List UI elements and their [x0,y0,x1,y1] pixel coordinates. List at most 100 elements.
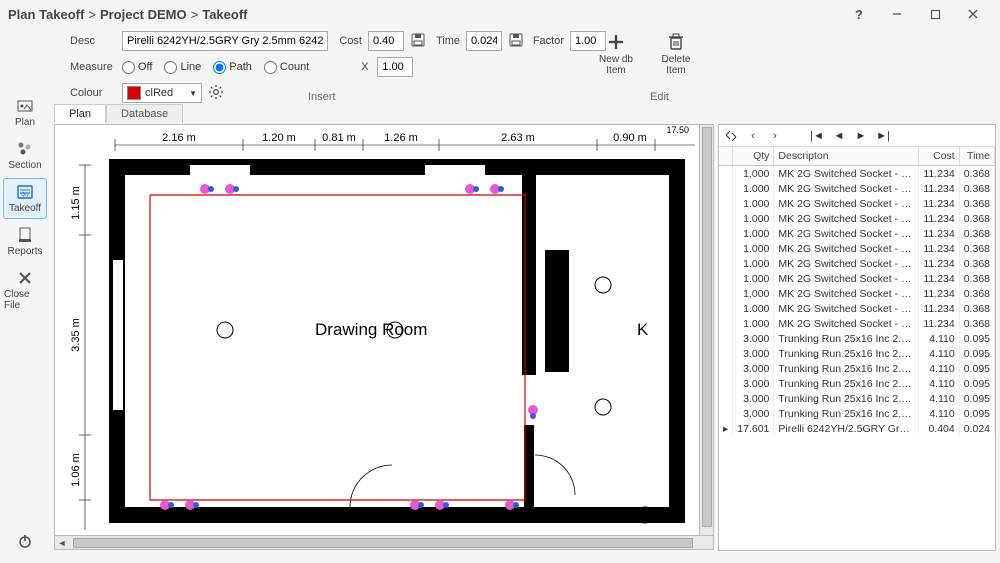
table-row[interactable]: 1.000MK 2G Switched Socket - Surface11.2… [719,226,995,241]
desc-label: Desc [70,35,116,47]
measure-count-label: Count [280,61,309,73]
settings-gear-icon[interactable] [208,84,224,103]
desc-input[interactable] [122,31,328,51]
nav-first-icon[interactable]: |◄ [809,128,825,144]
dim-top-5: 0.90 m [613,132,647,144]
table-row[interactable]: ▸17.601Pirelli 6242YH/2.5GRY Gry 2.5mm0.… [719,421,995,436]
sidebar-item-reports[interactable]: Reports [3,221,47,262]
colour-swatch-icon [127,86,141,100]
sidebar-item-close-file[interactable]: Close File [3,264,47,316]
nav-prev-icon[interactable]: ‹ [745,128,761,144]
dim-top-2: 0.81 m [322,132,356,144]
measure-off-label: Off [138,61,152,73]
toolbar-row-1: Desc Cost Time Factor [0,28,1000,54]
measure-label: Measure [70,61,116,73]
colour-value: clRed [145,87,173,99]
sidebar-reports-label: Reports [7,246,42,257]
colour-label: Colour [70,87,116,99]
new-db-item-label: New db Item [592,54,640,76]
colour-select[interactable]: clRed ▼ [122,83,202,103]
nav-last-icon[interactable]: ►| [875,128,891,144]
measure-line-radio[interactable]: Line [164,61,201,74]
measure-off-radio[interactable]: Off [122,61,152,74]
table-row[interactable]: 1.000MK 2G Switched Socket - Surface11.2… [719,286,995,301]
takeoff-grid[interactable]: Qty Descripton Cost Time 1.000MK 2G Swit… [719,147,995,550]
titlebar: Plan Takeoff > Project DEMO > Takeoff ? [0,0,1000,28]
sidebar-item-section[interactable]: Section [3,135,47,176]
col-qty[interactable]: Qty [733,147,774,166]
time-input[interactable] [466,31,502,51]
sidebar-section-label: Section [8,160,41,171]
table-row[interactable]: 3.000Trunking Run 25x16 Inc 2.5 Cable4.1… [719,346,995,361]
tab-plan[interactable]: Plan [54,104,106,123]
sidebar-plan-label: Plan [15,117,35,128]
table-row[interactable]: 3.000Trunking Run 25x16 Inc 2.5 Cable4.1… [719,391,995,406]
help-button[interactable]: ? [840,0,878,28]
measure-line-label: Line [180,61,201,73]
dim-left-1: 3.35 m [70,318,82,352]
breadcrumb-3: Takeoff [202,7,247,22]
table-row[interactable]: 3.000Trunking Run 25x16 Inc 2.5 Cable4.1… [719,406,995,421]
dim-top-right: 17.50 [666,125,689,135]
toolbar-row-2: Measure Off Line Path Count X [0,54,1000,80]
dim-top-4: 2.63 m [501,132,535,144]
table-row[interactable]: 3.000Trunking Run 25x16 Inc 2.5 Cable4.1… [719,376,995,391]
delete-item-label: Delete Item [652,54,700,76]
col-time[interactable]: Time [959,147,994,166]
table-row[interactable]: 1.000MK 2G Switched Socket - Surface11.2… [719,271,995,286]
x-input[interactable] [377,57,413,77]
table-row[interactable]: 3.000Trunking Run 25x16 Inc 2.5 Cable4.1… [719,331,995,346]
horizontal-scrollbar[interactable]: ◄ [55,535,713,549]
insert-group-label: Insert [308,91,336,103]
table-row[interactable]: 1.000MK 2G Switched Socket - Surface11.2… [719,196,995,211]
power-button[interactable] [3,527,47,555]
sidebar-takeoff-label: Takeoff [9,203,41,214]
table-row[interactable]: 1.000MK 2G Switched Socket - Surface11.2… [719,301,995,316]
floorplan-canvas[interactable]: 2.16 m 1.20 m 0.81 m 1.26 m 2.63 m 0.90 … [54,124,714,550]
sidebar-item-plan[interactable]: Plan [3,92,47,133]
save-time-icon[interactable] [508,32,524,51]
table-row[interactable]: 1.000MK 2G Switched Socket - Surface11.2… [719,241,995,256]
dim-top-1: 1.20 m [262,132,296,144]
col-cost[interactable]: Cost [919,147,959,166]
new-db-item-button[interactable]: New db Item [590,28,642,80]
nav-next-icon[interactable]: › [767,128,783,144]
nav-back-icon[interactable]: ◄ [831,128,847,144]
dim-left-0: 1.15 m [70,186,82,220]
breadcrumb-sep: > [88,7,96,22]
maximize-button[interactable] [916,0,954,28]
breadcrumb-2: Project DEMO [100,7,187,22]
table-row[interactable]: 1.000MK 2G Switched Socket - Surface11.2… [719,181,995,196]
close-button[interactable] [954,0,992,28]
cost-input[interactable] [368,31,404,51]
table-row[interactable]: 1.000MK 2G Switched Socket - Surface11.2… [719,256,995,271]
left-sidebar: Plan Section Qty Takeoff Reports Close F… [0,88,50,563]
cost-label: Cost [334,35,362,47]
chevron-down-icon: ▼ [189,89,197,98]
breadcrumb-sep: > [191,7,199,22]
table-row[interactable]: 3.000Trunking Run 25x16 Inc 2.5 Cable4.1… [719,361,995,376]
edit-group-label: Edit [650,91,669,103]
room-label: Drawing Room [315,320,427,339]
factor-label: Factor [530,35,564,47]
tab-database[interactable]: Database [106,104,183,123]
col-desc[interactable]: Descripton [774,147,919,166]
dim-left-2: 1.06 m [70,453,82,487]
table-row[interactable]: 1.000MK 2G Switched Socket - Surface11.2… [719,316,995,331]
breadcrumb-1: Plan Takeoff [8,7,84,22]
measure-path-label: Path [229,61,252,73]
x-label: X [361,61,371,73]
measure-path-radio[interactable]: Path [213,61,252,74]
svg-text:Qty: Qty [21,192,29,198]
measure-count-radio[interactable]: Count [264,61,309,74]
vertical-scrollbar[interactable] [699,125,713,535]
delete-item-button[interactable]: Delete Item [650,28,702,80]
sidebar-item-takeoff[interactable]: Qty Takeoff [3,178,47,219]
nav-fwd-icon[interactable]: ► [853,128,869,144]
table-row[interactable]: 1.000MK 2G Switched Socket - Surface11.2… [719,211,995,226]
save-cost-icon[interactable] [410,32,426,51]
table-row[interactable]: 1.000MK 2G Switched Socket - Surface11.2… [719,166,995,182]
dim-top-0: 2.16 m [162,132,196,144]
collapse-icon[interactable] [723,128,739,144]
minimize-button[interactable] [878,0,916,28]
